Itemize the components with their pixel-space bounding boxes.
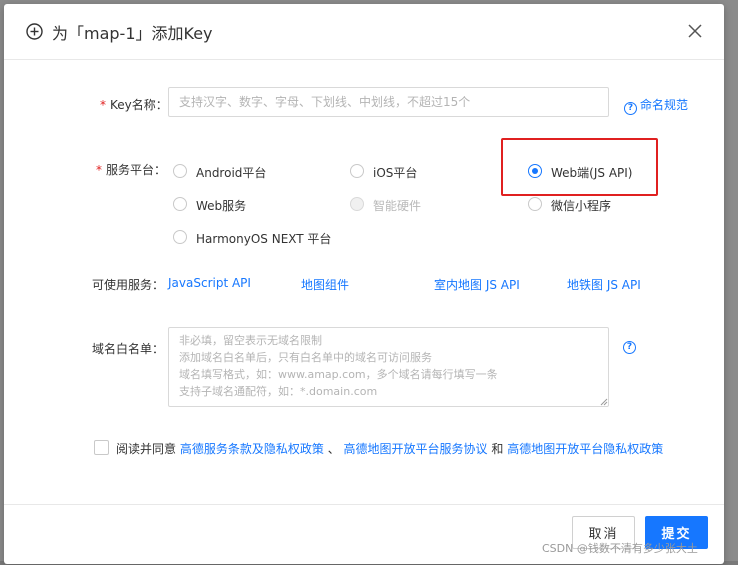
radio-circle-checked — [528, 164, 542, 178]
key-name-label: * Key名称： — [100, 96, 168, 113]
agreement-and: 和 — [491, 442, 504, 456]
whitelist-help-icon[interactable]: ? — [623, 341, 636, 354]
naming-rules-link[interactable]: ? 命名规范 — [624, 96, 688, 115]
required-mark: * — [96, 163, 102, 177]
key-name-input[interactable] — [168, 87, 609, 117]
service-link-javascript-api[interactable]: JavaScript API — [168, 276, 251, 290]
service-link-map-component[interactable]: 地图组件 — [301, 276, 349, 293]
agreement-separator: 、 — [327, 442, 340, 456]
service-link-indoor-map[interactable]: 室内地图 JS API — [434, 276, 520, 293]
plus-circle-icon — [26, 23, 43, 40]
radio-circle — [173, 230, 187, 244]
terms-privacy-link[interactable]: 高德服务条款及隐私权政策 — [180, 442, 324, 456]
privacy-policy-link[interactable]: 高德地图开放平台隐私权政策 — [507, 442, 663, 456]
service-link-subway-map[interactable]: 地铁图 JS API — [567, 276, 641, 293]
radio-label: HarmonyOS NEXT 平台 — [196, 232, 332, 246]
agreement-prefix: 阅读并同意 — [116, 442, 177, 456]
services-label: 可使用服务： — [92, 278, 165, 292]
question-icon: ? — [624, 102, 637, 115]
required-mark: * — [100, 98, 106, 112]
agreement-text: 阅读并同意 高德服务条款及隐私权政策 、 高德地图开放平台服务协议 和 高德地图… — [116, 440, 663, 457]
platform-label: * 服务平台： — [96, 161, 166, 178]
resize-grip-icon[interactable] — [600, 398, 608, 406]
domain-whitelist-textarea[interactable] — [168, 327, 609, 407]
add-key-dialog: 为「map-1」添加Key *Key名称： ?命名规范 *服务平台： Andro… — [4, 4, 724, 564]
radio-label: iOS平台 — [373, 166, 418, 180]
radio-circle-disabled — [350, 197, 364, 211]
radio-circle — [350, 164, 364, 178]
service-agreement-link[interactable]: 高德地图开放平台服务协议 — [344, 442, 488, 456]
radio-circle — [173, 197, 187, 211]
radio-label: 智能硬件 — [373, 199, 422, 213]
key-name-label-text: Key名称： — [110, 98, 168, 112]
dialog-header: 为「map-1」添加Key — [4, 4, 724, 60]
radio-label: 微信小程序 — [551, 199, 612, 213]
close-icon[interactable] — [687, 23, 703, 39]
csdn-watermark: CSDN @钱数不清有多少张大土 — [542, 542, 698, 555]
radio-circle — [528, 197, 542, 211]
dialog-title: 为「map-1」添加Key — [52, 24, 213, 43]
radio-label: Android平台 — [196, 166, 267, 180]
radio-circle — [173, 164, 187, 178]
platform-label-text: 服务平台： — [106, 163, 167, 177]
whitelist-label: 域名白名单： — [92, 342, 165, 356]
radio-label: Web端(JS API) — [551, 166, 633, 180]
radio-label: Web服务 — [196, 199, 247, 213]
agreement-checkbox[interactable] — [94, 440, 109, 455]
naming-rules-label: 命名规范 — [640, 98, 689, 112]
